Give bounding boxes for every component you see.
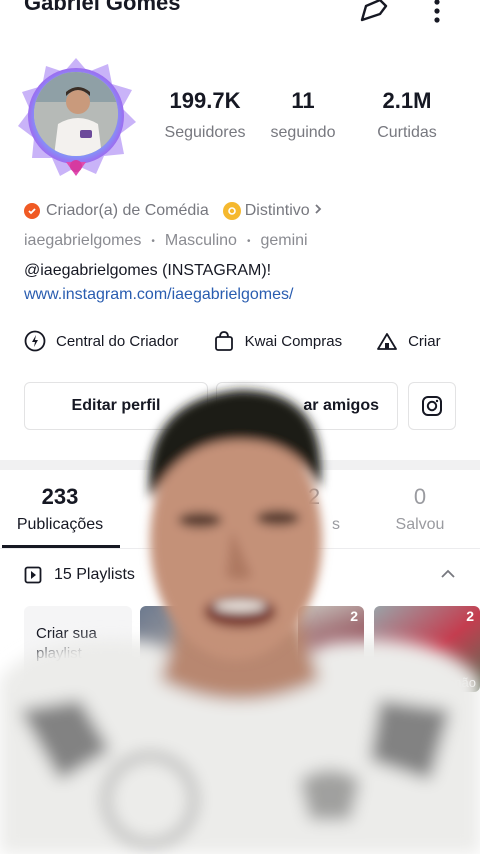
playlist-video-count: 2: [350, 608, 358, 624]
kwai-shop-shortcut[interactable]: Kwai Compras: [213, 330, 343, 352]
create-label: Criar: [408, 332, 441, 350]
creator-shortcuts: Central do Criador Kwai Compras Criar: [24, 326, 480, 356]
playlist-video-count: 2: [466, 608, 474, 624]
section-divider: [0, 460, 480, 470]
creator-badge-icon: [24, 203, 40, 219]
coin-badge-icon: [222, 202, 241, 220]
creator-center-shortcut[interactable]: Central do Criador: [24, 330, 179, 352]
badge-link[interactable]: Distintivo: [245, 202, 310, 220]
tent-icon: [377, 333, 397, 350]
likes-tab-count: 2: [307, 484, 321, 509]
create-shortcut[interactable]: Criar: [376, 330, 441, 352]
avatar-photo: [34, 72, 118, 156]
saved-label: Salvou: [395, 516, 445, 533]
likes-tab-label: s: [332, 516, 340, 533]
playlist-caption: não: [454, 675, 476, 690]
tab-likes[interactable]: 2 s: [254, 484, 374, 534]
likes-stat[interactable]: 2.1M Curtidas: [352, 88, 462, 142]
avatar[interactable]: [12, 54, 140, 182]
zodiac-sign: gemini: [260, 232, 308, 249]
playlists-count-label: 15 Playlists: [54, 566, 135, 583]
chevron-up-icon[interactable]: [440, 566, 456, 584]
bio-link[interactable]: www.instagram.com/iaegabrielgomes/: [24, 286, 464, 308]
instagram-icon: [422, 396, 442, 416]
likes-count: 2.1M: [382, 88, 432, 113]
tab-saved[interactable]: 0 Salvou: [360, 484, 480, 534]
creator-category[interactable]: Criador(a) de Comédia: [46, 202, 209, 220]
publications-count: 233: [41, 484, 79, 509]
profile-bio: Criador(a) de Comédia Distintivo iaegabr…: [24, 200, 464, 308]
playlist-thumbnail[interactable]: 2: [298, 606, 364, 692]
tab-publications[interactable]: 233 Publicações: [0, 484, 120, 534]
following-label: seguindo: [270, 124, 336, 141]
playlist-icon: [24, 566, 42, 584]
publications-label: Publicações: [16, 516, 104, 533]
playlist-thumbnail[interactable]: [140, 606, 224, 692]
share-icon[interactable]: [356, 0, 390, 30]
content-tabs: 233 Publicações 2 s 0 Salvou: [0, 476, 480, 548]
chevron-right-icon: [314, 202, 322, 220]
separator-dot: •: [151, 235, 155, 247]
separator-dot: •: [246, 235, 251, 247]
followers-label: Seguidores: [164, 124, 246, 141]
profile-name: Gabriel Gomes: [24, 0, 181, 15]
lightning-icon: [24, 330, 46, 352]
edit-profile-button[interactable]: Editar perfil: [24, 382, 208, 430]
username: iaegabrielgomes: [24, 232, 142, 249]
profile-header: Gabriel Gomes: [0, 0, 480, 34]
shopping-bag-icon: [214, 331, 233, 351]
profile-stats: 199.7K Seguidores 11 seguindo 2.1M Curti…: [150, 88, 460, 158]
playlist-thumbnail[interactable]: 2 não: [374, 606, 480, 692]
followers-stat[interactable]: 199.7K Seguidores: [150, 88, 260, 142]
kwai-shop-label: Kwai Compras: [244, 332, 343, 350]
add-friends-button[interactable]: ar amigos: [216, 382, 398, 430]
bio-text: @iaegabrielgomes (INSTAGRAM)!: [24, 262, 272, 279]
creator-center-label: Central do Criador: [56, 332, 179, 350]
saved-count: 0: [413, 484, 427, 509]
more-menu-icon[interactable]: [420, 0, 454, 30]
tabs-border: [0, 548, 480, 549]
create-playlist-card[interactable]: Criar sua playlist: [24, 606, 132, 692]
followers-count: 199.7K: [169, 88, 241, 113]
instagram-button[interactable]: [408, 382, 456, 430]
gender: Masculino: [164, 232, 237, 249]
following-stat[interactable]: 11 seguindo: [248, 88, 358, 142]
following-count: 11: [291, 88, 315, 113]
likes-label: Curtidas: [377, 124, 437, 141]
playlists-header[interactable]: 15 Playlists: [24, 562, 464, 588]
